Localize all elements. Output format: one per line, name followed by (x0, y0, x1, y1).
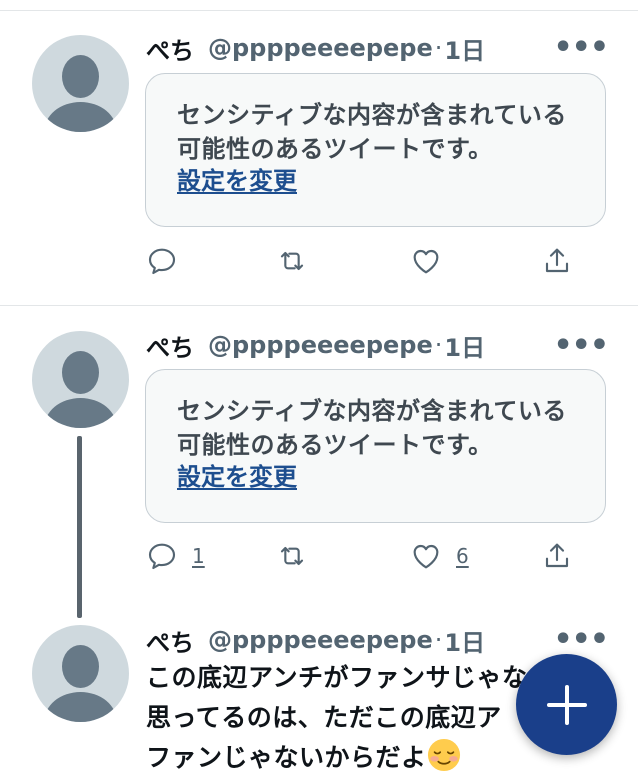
share-button[interactable] (541, 245, 573, 277)
timestamp[interactable]: 1日 (444, 623, 485, 658)
tweet-header: ぺち @ppppeeeepepe · 1日 (146, 30, 616, 66)
notice-text: センシティブな内容が含まれている可能性のあるツイートです。 (177, 397, 567, 459)
sensitive-content-notice[interactable]: センシティブな内容が含まれている可能性のあるツイートです。 設定を変更 (145, 73, 606, 227)
author-handle[interactable]: @ppppeeeepepe (208, 34, 433, 62)
more-options-icon[interactable]: ••• (553, 625, 609, 655)
thread-connector-line (77, 436, 82, 618)
tweet-text-line: ファンじゃないからだよ (146, 743, 427, 772)
share-button[interactable] (541, 540, 573, 572)
heart-icon (413, 544, 439, 569)
author-name[interactable]: ぺち (146, 328, 194, 363)
more-options-icon[interactable]: ••• (553, 33, 609, 63)
separator-dot: · (434, 626, 443, 654)
sensitive-content-notice[interactable]: センシティブな内容が含まれている可能性のあるツイートです。 設定を変更 (145, 369, 606, 523)
reply-button[interactable] (146, 245, 192, 277)
retweet-button[interactable] (276, 245, 308, 277)
separator-dot: · (434, 331, 443, 359)
author-handle[interactable]: @ppppeeeepepe (208, 626, 433, 654)
tweet-1[interactable]: ぺち @ppppeeeepepe · 1日 ••• センシティブな内容が含まれて… (0, 0, 638, 305)
reply-icon (148, 543, 176, 570)
retweet-icon (280, 546, 304, 566)
tweet-header: ぺち @ppppeeeepepe · 1日 (146, 622, 616, 658)
author-name[interactable]: ぺち (146, 31, 194, 66)
heart-icon (413, 249, 439, 274)
action-bar: 1 6 (146, 540, 586, 580)
like-count: 6 (456, 544, 469, 568)
author-name[interactable]: ぺち (146, 623, 194, 658)
separator-dot: · (434, 34, 443, 62)
share-icon (545, 543, 569, 568)
change-settings-link[interactable]: 設定を変更 (177, 166, 297, 196)
avatar[interactable] (32, 625, 129, 722)
timestamp[interactable]: 1日 (444, 31, 485, 66)
like-button[interactable]: 6 (410, 540, 469, 572)
timestamp[interactable]: 1日 (444, 328, 485, 363)
notice-text: センシティブな内容が含まれている可能性のあるツイートです。 (177, 101, 567, 163)
avatar[interactable] (32, 35, 129, 132)
avatar[interactable] (32, 331, 129, 428)
reply-count: 1 (192, 544, 205, 568)
change-settings-link[interactable]: 設定を変更 (177, 462, 297, 492)
retweet-icon (280, 251, 304, 271)
reply-icon (148, 248, 176, 275)
tweet-2[interactable]: ぺち @ppppeeeepepe · 1日 ••• センシティブな内容が含まれて… (0, 306, 638, 606)
relieved-smiling-face-icon (427, 738, 460, 772)
tweet-header: ぺち @ppppeeeepepe · 1日 (146, 327, 616, 363)
compose-tweet-button[interactable] (516, 654, 617, 755)
share-icon (545, 248, 569, 273)
plus-icon (546, 684, 587, 725)
retweet-button[interactable] (276, 540, 308, 572)
action-bar (146, 245, 586, 285)
more-options-icon[interactable]: ••• (553, 331, 609, 361)
author-handle[interactable]: @ppppeeeepepe (208, 331, 433, 359)
reply-button[interactable]: 1 (146, 540, 205, 572)
like-button[interactable] (410, 245, 456, 277)
